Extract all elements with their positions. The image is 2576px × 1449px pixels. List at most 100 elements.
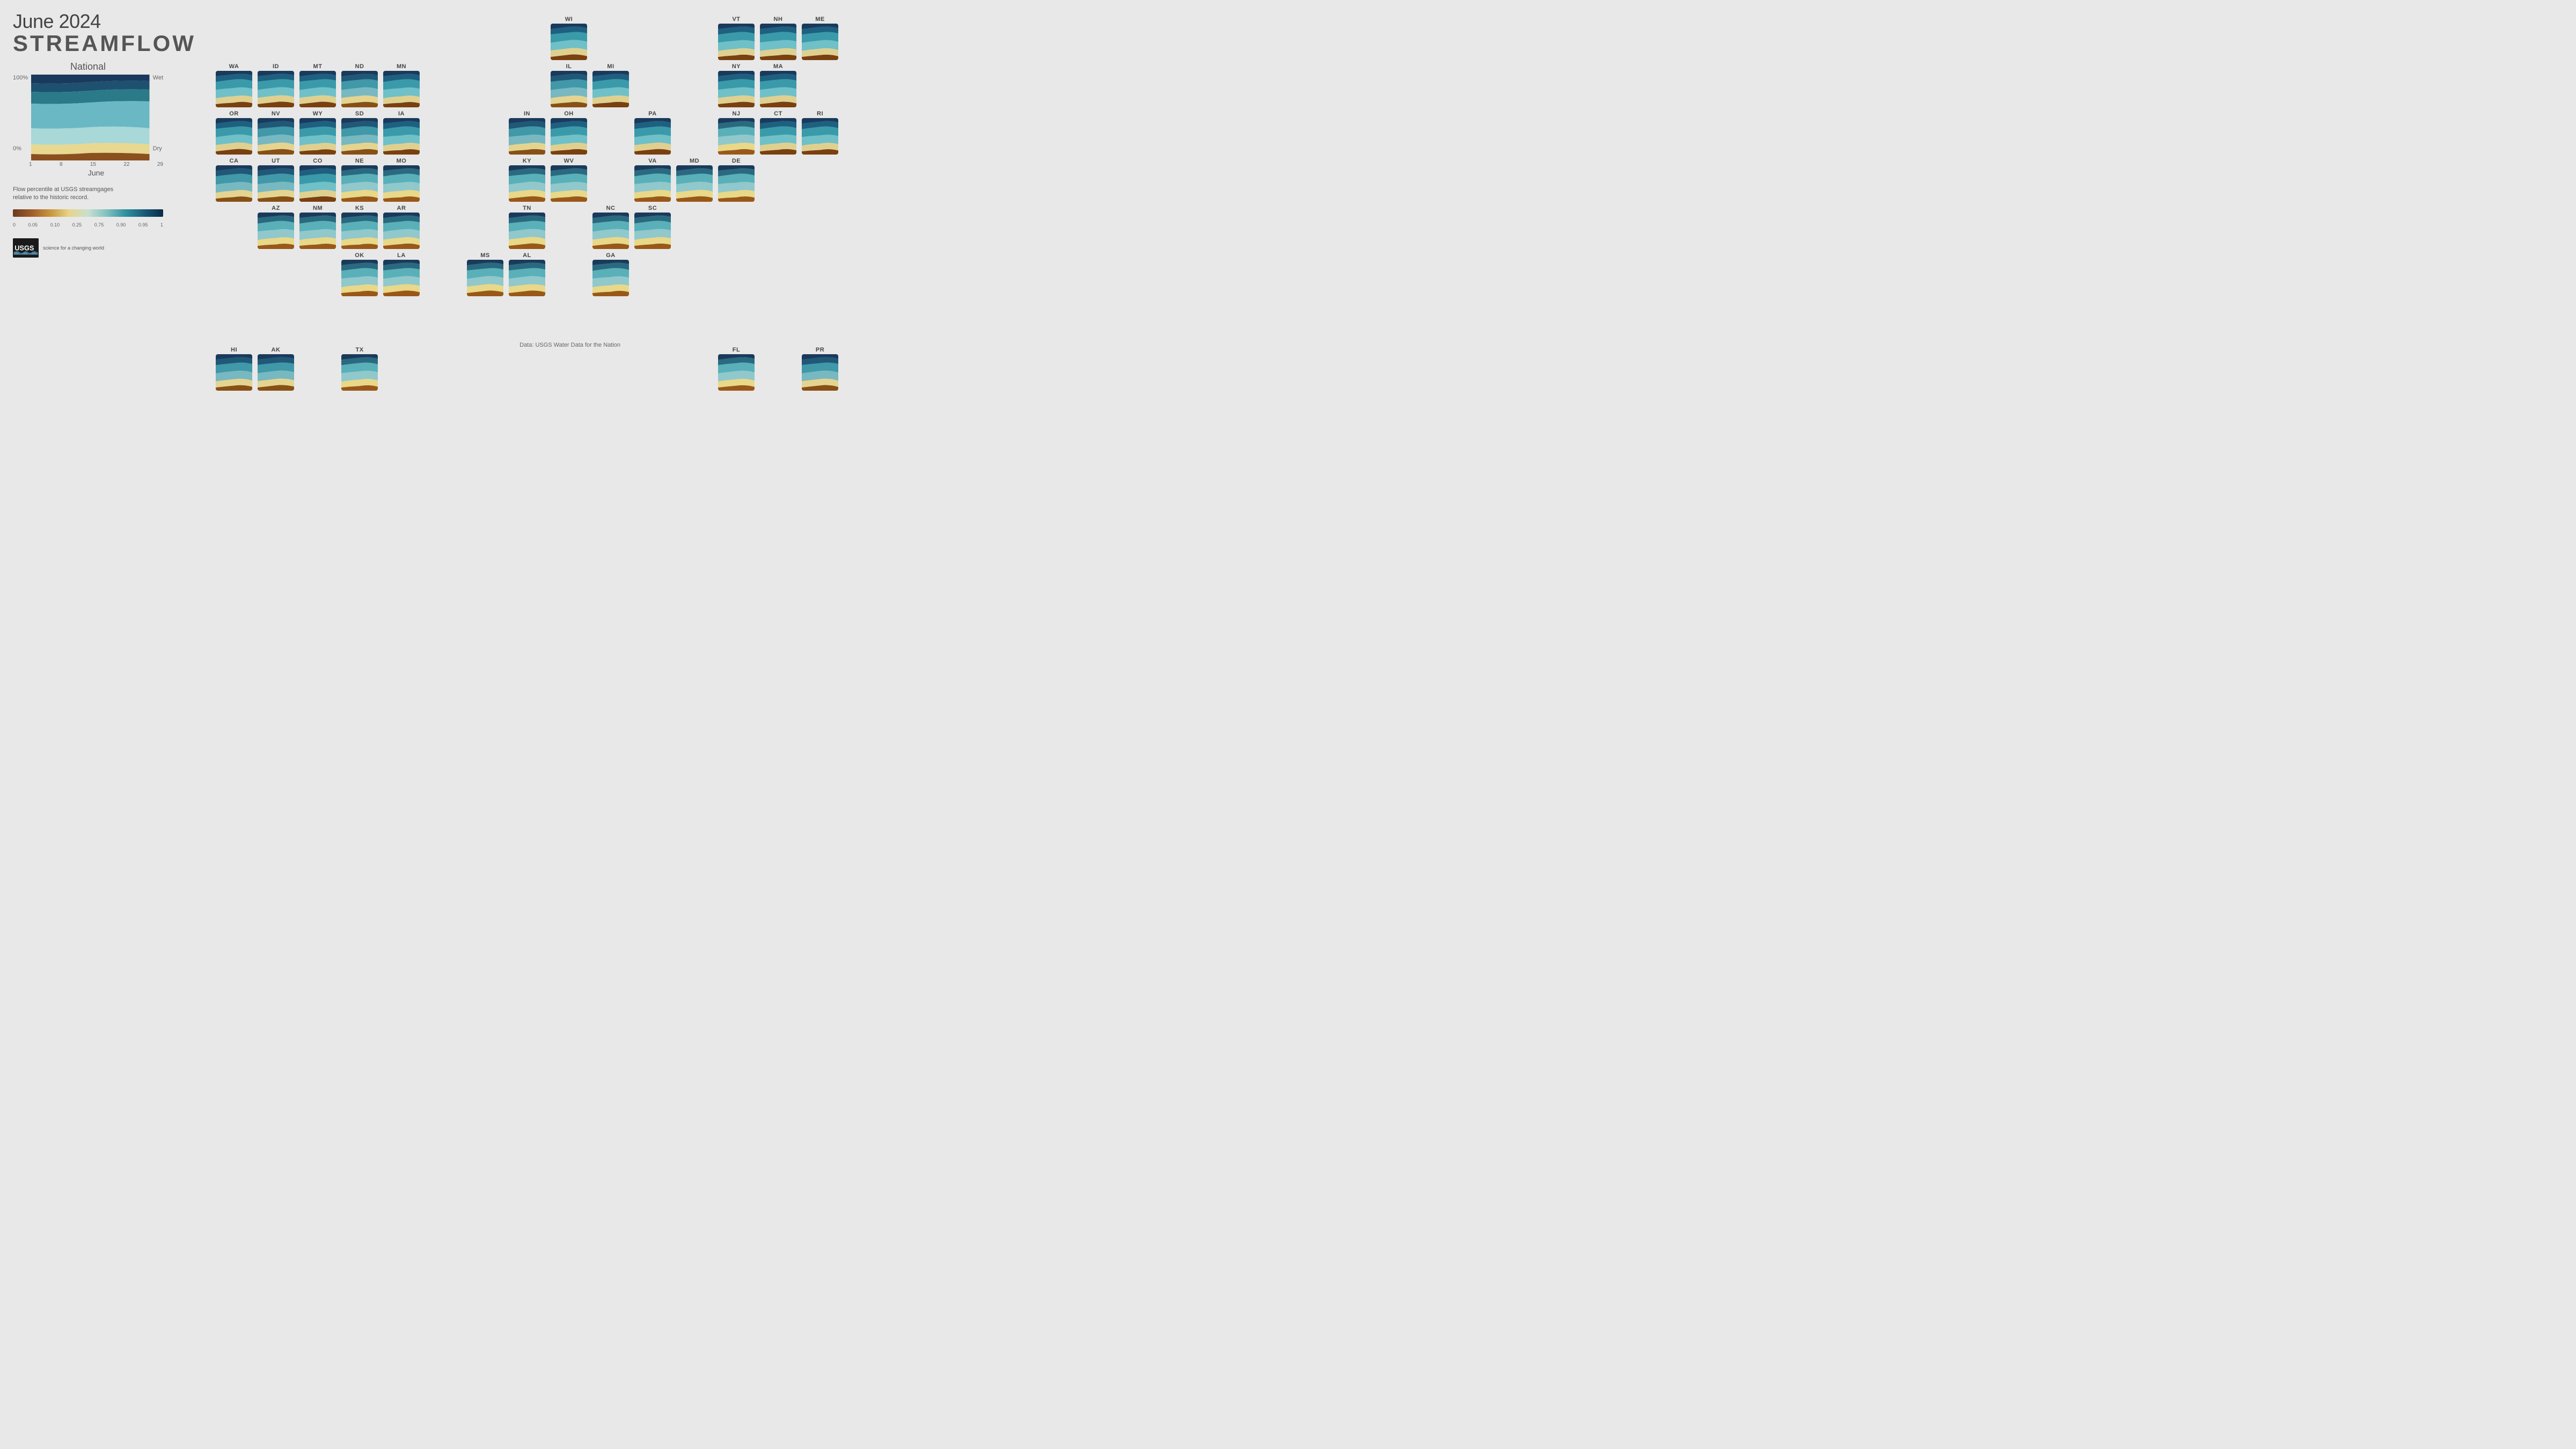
state-label-nv: NV bbox=[272, 111, 280, 117]
state-chart-nj bbox=[718, 118, 755, 155]
wet-dry-labels: Wet Dry bbox=[153, 75, 163, 160]
state-tile-ct: CT bbox=[760, 111, 796, 155]
state-label-de: DE bbox=[732, 158, 741, 164]
state-chart-hi bbox=[216, 354, 252, 391]
state-label-me: ME bbox=[815, 16, 825, 23]
states-container: WI VT NH bbox=[169, 11, 631, 354]
state-chart-wi bbox=[551, 24, 587, 60]
left-panel: June 2024 STREAMFLOW National 100% 0% bbox=[13, 11, 163, 354]
state-chart-mt bbox=[299, 71, 336, 107]
state-tile-va: VA bbox=[634, 158, 671, 202]
state-chart-ar bbox=[383, 213, 420, 249]
state-chart-ms bbox=[467, 260, 503, 296]
state-chart-ny bbox=[718, 71, 755, 107]
state-label-sd: SD bbox=[355, 111, 364, 117]
national-chart-svg bbox=[31, 75, 150, 160]
state-label-wi: WI bbox=[565, 16, 573, 23]
state-chart-ky bbox=[509, 165, 545, 202]
state-tile-wv: WV bbox=[551, 158, 587, 202]
state-label-pr: PR bbox=[816, 347, 824, 353]
state-tile-pr: PR bbox=[802, 347, 838, 391]
state-tile-ak: AK bbox=[258, 347, 294, 391]
state-tile-ia: IA bbox=[383, 111, 420, 155]
state-chart-va bbox=[634, 165, 671, 202]
tick-005: 0.05 bbox=[28, 222, 38, 228]
x-axis: 1 8 15 22 29 bbox=[13, 162, 163, 167]
title-line1: June 2024 bbox=[13, 11, 163, 32]
state-chart-wy bbox=[299, 118, 336, 155]
national-chart-container: National 100% 0% bbox=[13, 61, 163, 177]
title-line2: STREAMFLOW bbox=[13, 32, 163, 55]
state-label-ar: AR bbox=[397, 205, 406, 211]
dry-label: Dry bbox=[153, 145, 163, 152]
state-tile-wa: WA bbox=[216, 63, 252, 107]
state-label-sc: SC bbox=[648, 205, 657, 211]
state-label-ms: MS bbox=[480, 252, 490, 259]
state-tile-me: ME bbox=[802, 16, 838, 60]
state-label-mn: MN bbox=[397, 63, 406, 70]
state-tile-nh: NH bbox=[760, 16, 796, 60]
state-tile-hi: HI bbox=[216, 347, 252, 391]
state-label-ma: MA bbox=[773, 63, 783, 70]
usgs-tagline: science for a changing world bbox=[43, 245, 104, 252]
state-tile-ny: NY bbox=[718, 63, 755, 107]
state-tile-de: DE bbox=[718, 158, 755, 202]
state-label-ut: UT bbox=[272, 158, 280, 164]
state-label-ks: KS bbox=[355, 205, 364, 211]
state-tile-mi: MI bbox=[592, 63, 629, 107]
y-max: 100% bbox=[13, 75, 28, 81]
state-tile-mo: MO bbox=[383, 158, 420, 202]
state-tile-ma: MA bbox=[760, 63, 796, 107]
state-label-ct: CT bbox=[774, 111, 782, 117]
state-tile-ut: UT bbox=[258, 158, 294, 202]
state-label-ca: CA bbox=[230, 158, 239, 164]
state-label-la: LA bbox=[397, 252, 406, 259]
state-chart-ut bbox=[258, 165, 294, 202]
state-chart-or bbox=[216, 118, 252, 155]
y-min: 0% bbox=[13, 145, 28, 152]
state-chart-ia bbox=[383, 118, 420, 155]
state-tile-ar: AR bbox=[383, 205, 420, 249]
state-chart-ri bbox=[802, 118, 838, 155]
state-tile-nj: NJ bbox=[718, 111, 755, 155]
state-tile-il: IL bbox=[551, 63, 587, 107]
state-label-va: VA bbox=[648, 158, 656, 164]
state-tile-al: AL bbox=[509, 252, 545, 296]
state-label-ny: NY bbox=[732, 63, 741, 70]
state-tile-sd: SD bbox=[341, 111, 378, 155]
x-22: 22 bbox=[123, 162, 129, 167]
state-tile-oh: OH bbox=[551, 111, 587, 155]
state-tile-nv: NV bbox=[258, 111, 294, 155]
state-label-nc: NC bbox=[606, 205, 616, 211]
state-label-wv: WV bbox=[564, 158, 574, 164]
state-tile-pa: PA bbox=[634, 111, 671, 155]
state-label-al: AL bbox=[523, 252, 531, 259]
state-chart-ok bbox=[341, 260, 378, 296]
state-tile-nm: NM bbox=[299, 205, 336, 249]
state-label-ia: IA bbox=[398, 111, 405, 117]
state-tile-wy: WY bbox=[299, 111, 336, 155]
state-label-mo: MO bbox=[397, 158, 407, 164]
legend-ticks: 0 0.05 0.10 0.25 0.75 0.90 0.95 1 bbox=[13, 222, 163, 228]
state-chart-ks bbox=[341, 213, 378, 249]
state-label-ga: GA bbox=[606, 252, 616, 259]
state-tile-la: LA bbox=[383, 252, 420, 296]
state-chart-ga bbox=[592, 260, 629, 296]
state-tile-tn: TN bbox=[509, 205, 545, 249]
state-label-in: IN bbox=[524, 111, 530, 117]
state-tile-ri: RI bbox=[802, 111, 838, 155]
state-tile-in: IN bbox=[509, 111, 545, 155]
state-tile-ga: GA bbox=[592, 252, 629, 296]
state-chart-mi bbox=[592, 71, 629, 107]
state-label-fl: FL bbox=[733, 347, 740, 353]
state-chart-ne bbox=[341, 165, 378, 202]
state-label-az: AZ bbox=[272, 205, 280, 211]
usgs-icon: USGS bbox=[13, 238, 39, 258]
legend-bar bbox=[13, 209, 163, 217]
state-tile-wi: WI bbox=[551, 16, 587, 60]
state-chart-la bbox=[383, 260, 420, 296]
state-chart-pr bbox=[802, 354, 838, 391]
tick-010: 0.10 bbox=[50, 222, 60, 228]
state-label-or: OR bbox=[229, 111, 239, 117]
state-chart-al bbox=[509, 260, 545, 296]
